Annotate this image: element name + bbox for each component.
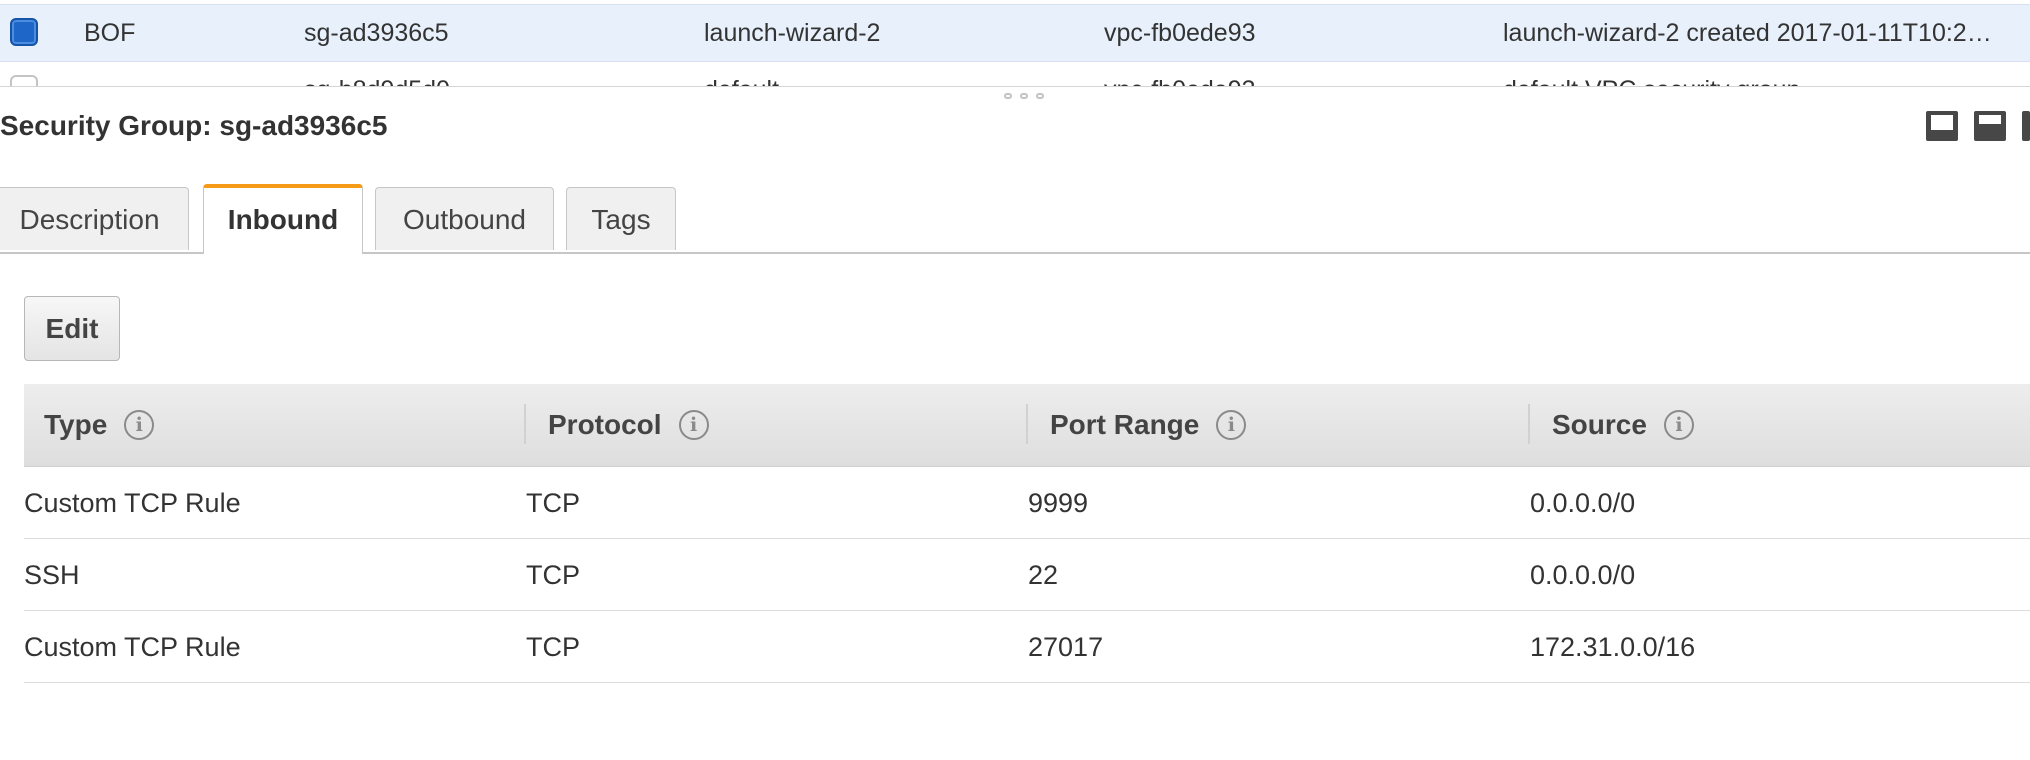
layout-side-icon[interactable]	[2022, 111, 2030, 141]
tab-tags[interactable]: Tags	[566, 187, 676, 250]
column-divider	[1528, 404, 1530, 444]
cell-source: 0.0.0.0/0	[1530, 488, 1636, 518]
cell-port-range: 9999	[1028, 488, 1089, 518]
grip-dot	[1004, 93, 1012, 99]
row-vpc-id: vpc-fb0ede93	[1104, 76, 1256, 86]
row-group-name: launch-wizard-2	[704, 19, 881, 47]
table-row: SSH TCP 22 0.0.0.0/0	[24, 539, 2030, 611]
tab-inbound[interactable]: Inbound	[203, 184, 363, 254]
row-checkbox[interactable]	[10, 18, 38, 46]
panel-resize-handle[interactable]	[1004, 93, 1044, 99]
table-row: Custom TCP Rule TCP 27017 172.31.0.0/16	[24, 611, 2030, 683]
column-label: Protocol	[548, 409, 662, 440]
row-description: default VPC security group	[1503, 76, 2023, 86]
list-row[interactable]: sg-b8d9d5d0 default vpc-fb0ede93 default…	[0, 62, 2030, 86]
column-label: Source	[1552, 409, 1647, 440]
table-header: Type i Protocol i Port Range i Source i	[24, 384, 2030, 467]
cell-type: Custom TCP Rule	[24, 488, 241, 518]
row-checkbox[interactable]	[10, 75, 38, 86]
list-row-selected[interactable]: BOF sg-ad3936c5 launch-wizard-2 vpc-fb0e…	[0, 4, 2030, 62]
row-group-id: sg-ad3936c5	[304, 19, 449, 47]
info-icon[interactable]: i	[124, 410, 155, 440]
cell-protocol: TCP	[526, 632, 580, 662]
info-icon[interactable]: i	[1663, 410, 1694, 440]
column-header-protocol[interactable]: Protocol i	[524, 384, 709, 466]
column-header-port-range[interactable]: Port Range i	[1026, 384, 1247, 466]
tab-outbound[interactable]: Outbound	[375, 187, 554, 250]
cell-source: 0.0.0.0/0	[1530, 560, 1636, 590]
detail-tabs: Description Inbound Outbound Tags	[0, 184, 2030, 254]
table-row: Custom TCP Rule TCP 9999 0.0.0.0/0	[24, 467, 2030, 539]
cell-protocol: TCP	[526, 488, 580, 518]
inbound-rules-table: Type i Protocol i Port Range i Source i …	[24, 384, 2030, 683]
column-divider	[1026, 404, 1028, 444]
column-header-type[interactable]: Type i	[44, 384, 155, 466]
info-icon[interactable]: i	[1216, 410, 1247, 440]
info-icon[interactable]: i	[678, 410, 709, 440]
panel-title: Security Group: sg-ad3936c5	[0, 110, 388, 141]
column-label: Port Range	[1050, 409, 1200, 440]
grip-dot	[1020, 93, 1028, 99]
edit-button[interactable]: Edit	[24, 296, 120, 361]
cell-protocol: TCP	[526, 560, 580, 590]
cell-source: 172.31.0.0/16	[1530, 632, 1696, 662]
column-header-source[interactable]: Source i	[1528, 384, 1694, 466]
row-description: launch-wizard-2 created 2017-01-11T10:2…	[1503, 19, 1992, 47]
cell-type: SSH	[24, 560, 80, 590]
layout-toggle-group	[1926, 111, 2030, 141]
column-label: Type	[44, 409, 108, 440]
row-name: BOF	[84, 19, 136, 47]
row-group-name: default	[704, 76, 779, 86]
tab-description[interactable]: Description	[0, 187, 189, 250]
layout-bottom-icon[interactable]	[1926, 111, 1958, 141]
layout-split-icon[interactable]	[1974, 111, 2006, 141]
column-divider	[524, 404, 526, 444]
row-group-id: sg-b8d9d5d0	[304, 76, 450, 86]
cell-type: Custom TCP Rule	[24, 632, 241, 662]
security-group-list: BOF sg-ad3936c5 launch-wizard-2 vpc-fb0e…	[0, 0, 2030, 87]
cell-port-range: 22	[1028, 560, 1059, 590]
cell-port-range: 27017	[1028, 632, 1104, 662]
grip-dot	[1036, 93, 1044, 99]
row-vpc-id: vpc-fb0ede93	[1104, 19, 1256, 47]
